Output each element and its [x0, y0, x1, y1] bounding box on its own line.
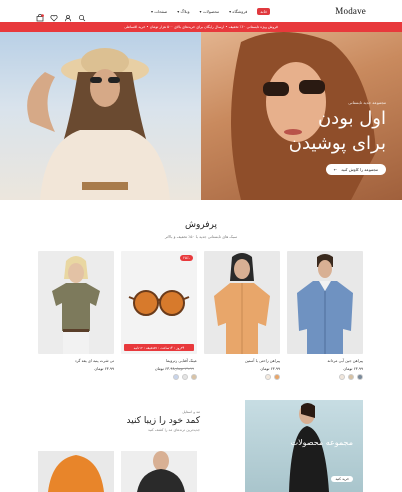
site-header: خانه فروشگاه ▾ محصولات ▾ وبلاگ ▾ صفحات ▾… [0, 0, 402, 22]
product-name[interactable]: پیراهن جین آبی مردانه [287, 358, 364, 363]
hero-cta-label: مجموعه را کاوش کنید [341, 167, 378, 172]
discount-badge: ۲۵٪- [180, 255, 193, 261]
nav-item-pages[interactable]: صفحات ▾ [151, 9, 167, 14]
hero-image-left [0, 32, 201, 200]
hero-title-line1: اول بودن [317, 108, 386, 129]
nav-item-blog[interactable]: وبلاگ ▾ [177, 9, 189, 14]
countdown-timer: ۳۴روز : ۱۴ساعت : ۵۷دقیقه : ۱۲ثانیه [124, 344, 194, 351]
product-image[interactable] [287, 251, 363, 354]
product-card[interactable]: ۲۵٪- ۳۴روز : ۱۴ساعت : ۵۷دقیقه : ۱۲ثانیه … [121, 251, 197, 380]
swatch[interactable] [274, 374, 280, 380]
hero-slider: مجموعه جدید تابستانی اول بودن برای پوشید… [0, 32, 402, 200]
arrow-left-icon: ← [333, 167, 338, 172]
swatch[interactable] [348, 374, 354, 380]
nav-item-shop[interactable]: فروشگاه ▾ [229, 9, 247, 14]
hero-cta-button[interactable]: مجموعه را کاوش کنید ← [325, 164, 386, 175]
collection-button[interactable]: خرید کنید [331, 476, 353, 482]
product-image[interactable] [38, 251, 114, 354]
product-image[interactable] [204, 251, 280, 354]
collection-banner[interactable]: مجموعه محصولات خرید کنید [245, 400, 363, 492]
color-swatches [121, 374, 197, 380]
swatch[interactable] [182, 374, 188, 380]
promo-small: مد و استایل [182, 410, 200, 414]
product-grid: تی شرت پنبه ای یقه گرد ۶۳.۹۹ تومان ۲۵٪- … [38, 251, 364, 380]
bestsellers-title: پرفروش [184, 220, 218, 230]
nav-item-products[interactable]: محصولات ▾ [200, 9, 220, 14]
promo-title: کمد خود را زیبا کنید [126, 416, 200, 426]
swatch[interactable] [191, 374, 197, 380]
product-price: ۷۹.۹۹ تومان۶۳.۹۹ تومان [154, 366, 194, 371]
color-swatches [204, 374, 280, 380]
product-price: ۶۳.۹۹ تومان [260, 366, 280, 371]
heart-icon[interactable] [50, 7, 58, 22]
bestsellers-subtitle: سبک های تابستانی جدید با ۵۰٪ تخفیف و بال… [164, 234, 238, 239]
hero-subtitle: مجموعه جدید تابستانی [348, 100, 386, 105]
product-name[interactable]: پیراهن راحتی با آستین [204, 358, 280, 363]
cart-icon[interactable] [36, 7, 44, 22]
product-card[interactable]: پیراهن جین آبی مردانه ۶۳.۹۹ تومان [287, 251, 363, 380]
color-swatches [287, 374, 363, 380]
promo-image-dark[interactable] [121, 451, 197, 492]
product-image[interactable]: ۲۵٪- ۳۴روز : ۱۴ساعت : ۵۷دقیقه : ۱۲ثانیه [121, 251, 197, 354]
hero-title-line2: برای پوشیدن [288, 133, 386, 154]
product-name[interactable]: تی شرت پنبه ای یقه گرد [38, 358, 114, 363]
promo-text: مد و استایل کمد خود را زیبا کنید جدیدتری… [110, 410, 200, 432]
nav-item-home[interactable]: خانه [257, 7, 271, 15]
swatch[interactable] [265, 374, 271, 380]
announcement-bar: فروش ویژه تابستانی ۶۰٪ تخفیف • ارسال رای… [0, 22, 402, 32]
promo-image-orange[interactable] [38, 451, 114, 492]
hero-text: مجموعه جدید تابستانی اول بودن برای پوشید… [289, 100, 386, 155]
product-card[interactable]: تی شرت پنبه ای یقه گرد ۶۳.۹۹ تومان [38, 251, 114, 380]
product-card[interactable]: پیراهن راحتی با آستین ۶۳.۹۹ تومان [204, 251, 280, 380]
product-price: ۶۳.۹۹ تومان [94, 366, 114, 371]
product-price: ۶۳.۹۹ تومان [343, 366, 363, 371]
hero-image-right: مجموعه جدید تابستانی اول بودن برای پوشید… [201, 32, 402, 200]
promo-subtitle: جدیدترین ترندهای مد را کشف کنید [147, 428, 200, 432]
swatch[interactable] [173, 374, 179, 380]
swatch[interactable] [339, 374, 345, 380]
search-icon[interactable] [78, 7, 86, 22]
header-icons [36, 7, 86, 22]
user-icon[interactable] [64, 7, 72, 22]
swatch[interactable] [357, 374, 363, 380]
main-nav: خانه فروشگاه ▾ محصولات ▾ وبلاگ ▾ صفحات ▾ [151, 7, 271, 15]
product-name[interactable]: عینک آفتابی رترویما [121, 358, 197, 363]
site-logo[interactable]: Modave [335, 6, 366, 16]
collection-title: مجموعه محصولات [290, 438, 353, 447]
